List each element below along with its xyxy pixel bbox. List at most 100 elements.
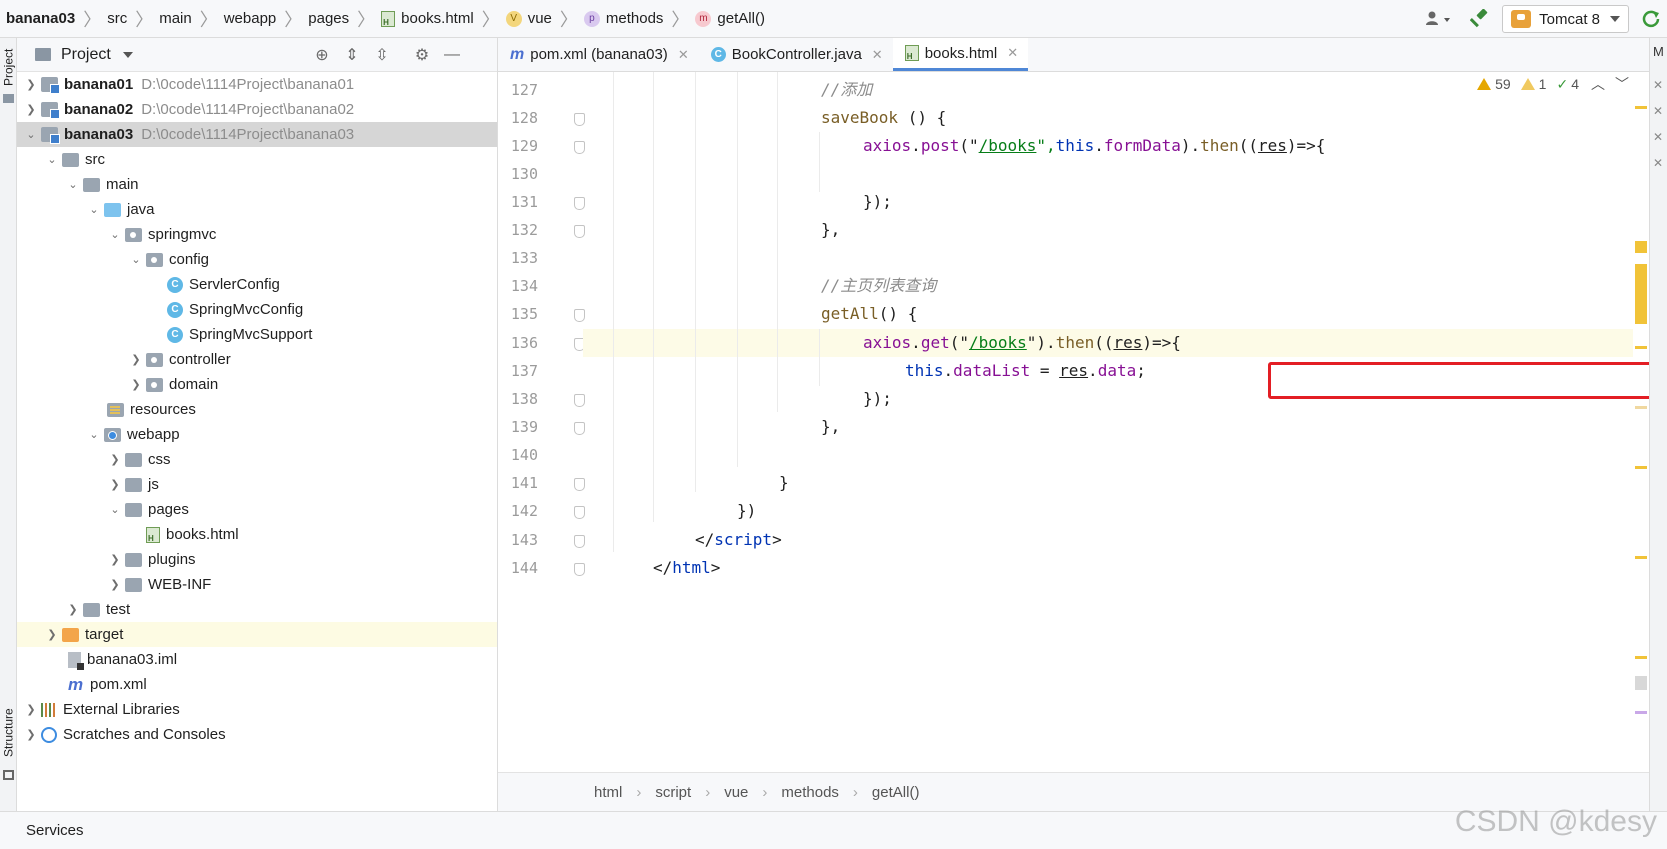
- nav-crumb-getall[interactable]: m getAll(): [689, 0, 765, 38]
- tree-item-src[interactable]: ⌄ src: [17, 147, 497, 172]
- nav-crumb-file[interactable]: books.html 〉: [375, 0, 500, 38]
- collapse-all-icon[interactable]: ⇳: [367, 38, 397, 72]
- tab-pom-xml[interactable]: m pom.xml (banana03) ✕: [498, 38, 699, 71]
- chevron-right-icon[interactable]: ❯: [128, 372, 144, 397]
- maven-tool-tab[interactable]: M: [1653, 44, 1664, 59]
- nav-crumb-project[interactable]: banana03 〉: [0, 0, 101, 38]
- close-icon[interactable]: ✕: [872, 47, 883, 63]
- tree-item-plugins[interactable]: ❯ plugins: [17, 547, 497, 572]
- breadcrumb-item[interactable]: script ›: [655, 784, 724, 801]
- chevron-right-icon[interactable]: ❯: [65, 597, 81, 622]
- code-area[interactable]: 127 128 129 130 131 132 133 134 135 136 …: [498, 72, 1661, 804]
- tree-item-banana03[interactable]: ⌄ banana03 D:\0code\1114Project\banana03: [17, 122, 497, 147]
- chevron-right-icon[interactable]: ❯: [107, 547, 123, 572]
- nav-crumb-src[interactable]: src 〉: [101, 0, 153, 38]
- breadcrumb-item[interactable]: getAll(): [872, 784, 920, 801]
- tab-books-html[interactable]: books.html ✕: [892, 38, 1029, 71]
- chevron-right-icon[interactable]: ❯: [44, 622, 60, 647]
- tree-item-test[interactable]: ❯ test: [17, 597, 497, 622]
- chevron-right-icon[interactable]: ❯: [23, 72, 39, 97]
- warning-marker[interactable]: [1635, 556, 1647, 559]
- tab-bookcontroller[interactable]: C BookController.java ✕: [699, 38, 893, 71]
- tree-item-domain[interactable]: ❯ domain: [17, 372, 497, 397]
- chevron-down-icon[interactable]: ⌄: [128, 247, 144, 272]
- locate-file-icon[interactable]: ⊕: [307, 38, 337, 72]
- info-marker[interactable]: [1635, 711, 1647, 714]
- error-stripe[interactable]: [1633, 106, 1649, 806]
- tree-item-main[interactable]: ⌄ main: [17, 172, 497, 197]
- nav-crumb-main[interactable]: main 〉: [153, 0, 218, 38]
- tree-item-resources[interactable]: resources: [17, 397, 497, 422]
- chevron-down-icon[interactable]: ⌄: [23, 122, 39, 147]
- caret-row-marker[interactable]: [1635, 676, 1647, 690]
- tree-item-external-libraries[interactable]: ❯ External Libraries: [17, 697, 497, 722]
- hide-panel-icon[interactable]: —: [437, 38, 467, 72]
- warning-marker[interactable]: [1635, 406, 1647, 409]
- nav-crumb-webapp[interactable]: webapp 〉: [218, 0, 303, 38]
- chevron-right-icon[interactable]: ❯: [128, 347, 144, 372]
- chevron-right-icon[interactable]: ❯: [23, 722, 39, 747]
- chevron-right-icon[interactable]: ❯: [107, 572, 123, 597]
- chevron-down-icon[interactable]: ⌄: [86, 197, 102, 222]
- tree-item-controller[interactable]: ❯ controller: [17, 347, 497, 372]
- warning-marker[interactable]: [1635, 241, 1647, 253]
- warning-marker[interactable]: [1635, 656, 1647, 659]
- tree-item-servlerconfig[interactable]: C ServlerConfig: [17, 272, 497, 297]
- chevron-right-icon[interactable]: ❯: [23, 697, 39, 722]
- rerun-icon[interactable]: [1635, 0, 1667, 38]
- chevron-down-icon[interactable]: ⌄: [65, 172, 81, 197]
- warning-marker[interactable]: [1635, 346, 1647, 349]
- inspection-widget[interactable]: 59 1 ✓ 4 ︿ ﹀: [1477, 74, 1629, 94]
- nav-crumb-pages[interactable]: pages 〉: [302, 0, 375, 38]
- notification-icon[interactable]: ✕: [1653, 104, 1663, 118]
- notification-icon[interactable]: ✕: [1653, 130, 1663, 144]
- warning-marker[interactable]: [1635, 106, 1647, 109]
- chevron-right-icon[interactable]: ❯: [107, 472, 123, 497]
- chevron-right-icon[interactable]: ❯: [23, 97, 39, 122]
- previous-highlight-icon[interactable]: ︿: [1591, 74, 1605, 94]
- close-icon[interactable]: ✕: [1007, 45, 1018, 61]
- tree-item-web-inf[interactable]: ❯ WEB-INF: [17, 572, 497, 597]
- tree-item-pages[interactable]: ⌄ pages: [17, 497, 497, 522]
- tree-item-css[interactable]: ❯ css: [17, 447, 497, 472]
- chevron-down-icon[interactable]: [122, 51, 133, 58]
- tree-item-js[interactable]: ❯ js: [17, 472, 497, 497]
- gear-icon[interactable]: ⚙: [407, 38, 437, 72]
- expand-all-icon[interactable]: ⇕: [337, 38, 367, 72]
- breadcrumb-item[interactable]: methods ›: [781, 784, 872, 801]
- tree-item-springmvc[interactable]: ⌄ springmvc: [17, 222, 497, 247]
- nav-crumb-vue[interactable]: Vvue 〉: [500, 0, 578, 38]
- tree-item-iml[interactable]: banana03.iml: [17, 647, 497, 672]
- next-highlight-icon[interactable]: ﹀: [1615, 74, 1629, 94]
- tree-item-pom[interactable]: m pom.xml: [17, 672, 497, 697]
- tree-item-webapp[interactable]: ⌄ webapp: [17, 422, 497, 447]
- tree-item-springmvcsupport[interactable]: C SpringMvcSupport: [17, 322, 497, 347]
- chevron-down-icon[interactable]: ⌄: [44, 147, 60, 172]
- chevron-down-icon[interactable]: ⌄: [107, 222, 123, 247]
- services-tool-tab[interactable]: Services: [26, 822, 84, 839]
- tree-item-target[interactable]: ❯ target: [17, 622, 497, 647]
- project-view-selector[interactable]: Project: [61, 46, 111, 64]
- build-hammer-icon[interactable]: [1464, 0, 1496, 38]
- breadcrumb-item[interactable]: vue ›: [724, 784, 781, 801]
- close-icon[interactable]: ✕: [678, 47, 689, 63]
- chevron-down-icon[interactable]: ⌄: [107, 497, 123, 522]
- nav-crumb-methods[interactable]: p methods 〉: [578, 0, 689, 38]
- tree-item-java[interactable]: ⌄ java: [17, 197, 497, 222]
- tree-item-banana01[interactable]: ❯ banana01 D:\0code\1114Project\banana01: [17, 72, 497, 97]
- tree-item-springmvcconfig[interactable]: C SpringMvcConfig: [17, 297, 497, 322]
- breadcrumb-item[interactable]: html ›: [594, 784, 655, 801]
- warning-marker[interactable]: [1635, 264, 1647, 324]
- run-configuration-selector[interactable]: Tomcat 8: [1502, 5, 1629, 33]
- chevron-right-icon[interactable]: ❯: [107, 447, 123, 472]
- tree-item-books-html[interactable]: books.html: [17, 522, 497, 547]
- project-tool-tab[interactable]: Project: [0, 42, 17, 92]
- notification-icon[interactable]: ✕: [1653, 156, 1663, 170]
- structure-tool-tab[interactable]: Structure: [0, 698, 17, 768]
- tree-item-banana02[interactable]: ❯ banana02 D:\0code\1114Project\banana02: [17, 97, 497, 122]
- user-account-icon[interactable]: [1416, 0, 1464, 38]
- tree-item-config[interactable]: ⌄ config: [17, 247, 497, 272]
- chevron-down-icon[interactable]: ⌄: [86, 422, 102, 447]
- tree-item-scratches[interactable]: ❯ Scratches and Consoles: [17, 722, 497, 747]
- notification-icon[interactable]: ✕: [1653, 78, 1663, 92]
